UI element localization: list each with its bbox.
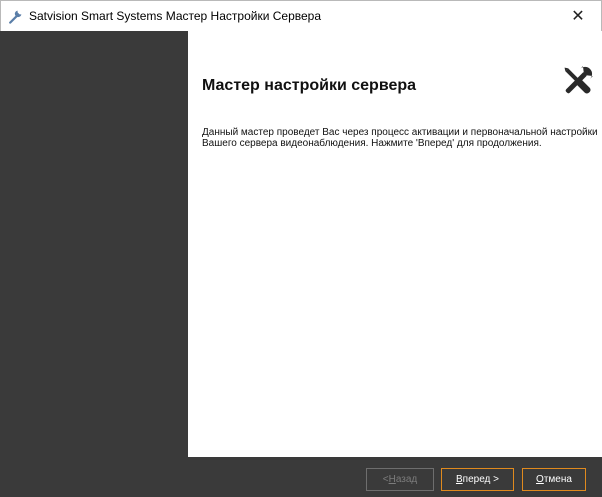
wizard-button-bar: < Назад Вперед > Отмена <box>0 457 602 497</box>
wrench-icon <box>9 10 22 24</box>
window-titlebar: Satvision Smart Systems Мастер Настройки… <box>0 0 602 31</box>
description-text: Данный мастер проведет Вас через процесс… <box>202 127 598 149</box>
back-button-label: азад <box>395 474 418 485</box>
back-button[interactable]: < Назад <box>366 468 434 491</box>
cancel-button-label: тмена <box>543 474 572 485</box>
next-button-accelerator: В <box>455 474 463 485</box>
tools-icon <box>564 66 593 94</box>
wizard-side-panel <box>0 31 188 457</box>
page-title: Мастер настройки сервера <box>202 77 417 94</box>
close-icon: ✕ <box>571 8 585 25</box>
cancel-button-accelerator: О <box>536 474 544 485</box>
next-button[interactable]: Вперед > <box>441 468 514 491</box>
back-button-accelerator: Н <box>388 474 396 485</box>
next-button-label: перед > <box>462 474 499 485</box>
wizard-content: Мастер настройки сервера Данный мастер п… <box>188 31 602 457</box>
window-title: Satvision Smart Systems Мастер Настройки… <box>29 9 322 23</box>
cancel-button[interactable]: Отмена <box>522 468 586 491</box>
close-button[interactable]: ✕ <box>555 1 601 31</box>
